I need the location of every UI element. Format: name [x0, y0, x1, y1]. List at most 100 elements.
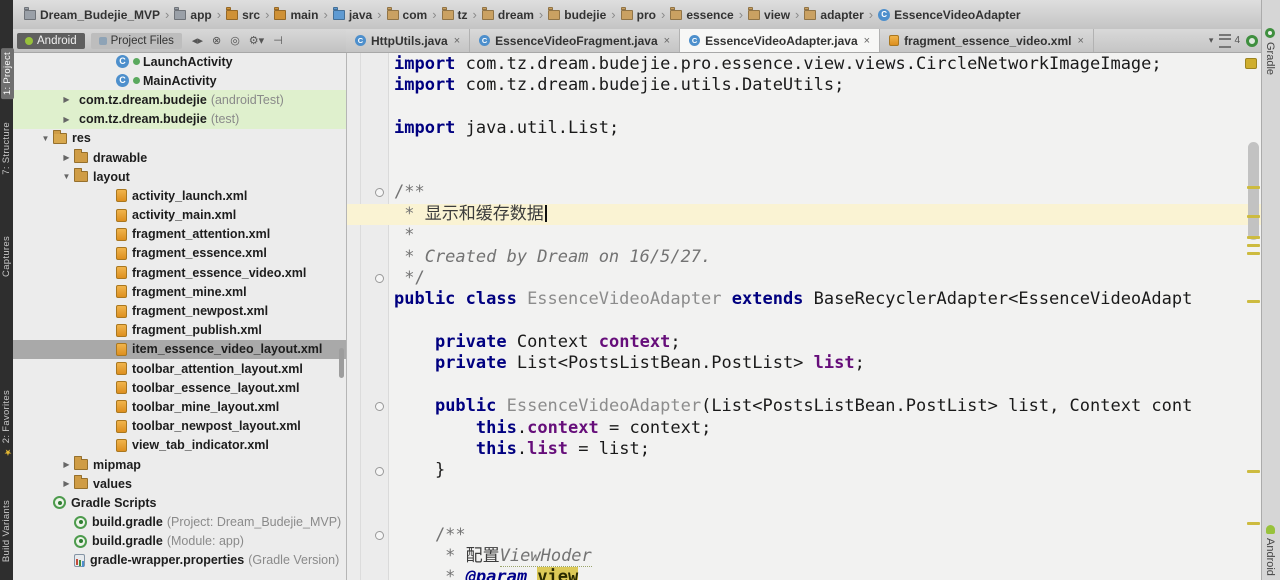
code-line[interactable]: public EssenceVideoAdapter(List<PostsLis…: [346, 396, 1262, 417]
editor-tab[interactable]: EssenceVideoFragment.java ×: [470, 29, 681, 52]
warning-stripe-mark[interactable]: [1247, 300, 1260, 303]
tool-rail-tab[interactable]: 1: Project: [1, 48, 14, 100]
view-tab-android[interactable]: Android: [17, 32, 85, 49]
code-line[interactable]: * Created by Dream on 16/5/27.: [346, 247, 1262, 268]
tab-close-icon[interactable]: ×: [864, 35, 870, 47]
settings-icon[interactable]: ⚙▾: [249, 34, 264, 47]
tree-row[interactable]: gradle-wrapper.properties (Gradle Version…: [13, 551, 346, 570]
code-line[interactable]: this.list = list;: [346, 439, 1262, 460]
code-line[interactable]: private Context context;: [346, 332, 1262, 353]
tree-row[interactable]: view_tab_indicator.xml: [13, 436, 346, 455]
tree-row[interactable]: ▶ mipmap: [13, 455, 346, 474]
sync-status-icon[interactable]: [1246, 34, 1258, 47]
tree-row[interactable]: fragment_mine.xml: [13, 282, 346, 301]
warning-stripe-mark[interactable]: [1247, 244, 1260, 247]
tool-rail-tab[interactable]: Build Variants: [1, 500, 12, 562]
hide-panel-icon[interactable]: ⊣: [273, 34, 283, 47]
tree-row[interactable]: build.gradle (Project: Dream_Budejie_MVP): [13, 513, 346, 532]
editor-tab[interactable]: EssenceVideoAdapter.java ×: [680, 29, 881, 52]
code-line[interactable]: * 配置ViewHoder: [346, 545, 1262, 567]
breadcrumb-item[interactable]: Dream_Budejie_MVP: [21, 6, 163, 24]
fold-marker[interactable]: [375, 466, 384, 476]
tool-rail-tab[interactable]: Captures: [1, 236, 12, 277]
tree-row[interactable]: fragment_newpost.xml: [13, 301, 346, 320]
tab-close-icon[interactable]: ×: [1077, 35, 1083, 47]
tool-rail-tab[interactable]: ★ 2: Favorites: [1, 390, 12, 456]
tree-collapsed-arrow[interactable]: ▶: [59, 95, 74, 104]
code-line[interactable]: public class EssenceVideoAdapter extends…: [346, 289, 1262, 310]
tree-row[interactable]: fragment_essence.xml: [13, 244, 346, 263]
breadcrumb-item[interactable]: tz: [439, 6, 471, 24]
code-editor[interactable]: import com.tz.dream.budejie.pro.essence.…: [346, 52, 1262, 580]
breadcrumb-item[interactable]: src: [223, 6, 263, 24]
tree-row[interactable]: ▶ com.tz.dream.budejie (test): [13, 109, 346, 129]
code-line[interactable]: [346, 97, 1262, 118]
code-line[interactable]: import java.util.List;: [346, 118, 1262, 139]
breadcrumb-item[interactable]: com: [384, 6, 431, 24]
code-line[interactable]: * 显示和缓存数据: [346, 203, 1262, 226]
tab-dropdown-icon[interactable]: ▾: [1209, 35, 1214, 46]
tree-row[interactable]: activity_launch.xml: [13, 186, 346, 205]
tree-row[interactable]: ▶ drawable: [13, 148, 346, 167]
tree-expanded-arrow[interactable]: ▼: [59, 172, 74, 181]
tree-row[interactable]: fragment_publish.xml: [13, 321, 346, 340]
breadcrumb-item[interactable]: EssenceVideoAdapter: [875, 6, 1024, 24]
tree-row[interactable]: Gradle Scripts: [13, 493, 346, 512]
locate-icon[interactable]: ◎: [230, 34, 240, 47]
code-line[interactable]: import com.tz.dream.budejie.pro.essence.…: [346, 54, 1262, 75]
inspection-status-icon[interactable]: [1245, 58, 1257, 69]
close-icon[interactable]: ⊗: [212, 34, 221, 47]
code-line[interactable]: [346, 375, 1262, 396]
tree-collapsed-arrow[interactable]: ▶: [59, 460, 74, 469]
warning-stripe-mark[interactable]: [1247, 252, 1260, 255]
code-line[interactable]: [346, 503, 1262, 524]
warning-stripe-mark[interactable]: [1247, 522, 1260, 525]
tree-collapsed-arrow[interactable]: ▶: [59, 153, 74, 162]
fold-marker[interactable]: [375, 530, 384, 540]
tree-collapsed-arrow[interactable]: ▶: [59, 115, 74, 124]
breadcrumb-item[interactable]: dream: [479, 6, 537, 24]
breadcrumb-item[interactable]: java: [330, 6, 375, 24]
tool-rail-tab[interactable]: 7: Structure: [1, 122, 12, 175]
code-line[interactable]: /**: [346, 525, 1262, 546]
code-line[interactable]: private List<PostsListBean.PostList> lis…: [346, 353, 1262, 374]
breadcrumb-item[interactable]: pro: [618, 6, 659, 24]
code-area[interactable]: import com.tz.dream.budejie.pro.essence.…: [346, 54, 1262, 580]
code-line[interactable]: import com.tz.dream.budejie.utils.DateUt…: [346, 75, 1262, 96]
code-line[interactable]: [346, 311, 1262, 332]
code-line[interactable]: this.context = context;: [346, 418, 1262, 439]
breadcrumb-item[interactable]: app: [171, 6, 214, 24]
fold-marker[interactable]: [375, 274, 384, 283]
tab-close-icon[interactable]: ×: [664, 35, 670, 47]
breadcrumb-item[interactable]: essence: [667, 6, 736, 24]
tree-row[interactable]: ▼ res: [13, 129, 346, 148]
code-line[interactable]: [346, 482, 1262, 503]
tree-row[interactable]: toolbar_attention_layout.xml: [13, 359, 346, 378]
gradle-panel-tab[interactable]: Gradle: [1264, 28, 1276, 75]
tree-row[interactable]: LaunchActivity: [13, 52, 346, 71]
tree-row[interactable]: MainActivity: [13, 71, 346, 90]
warning-stripe-mark[interactable]: [1247, 215, 1260, 218]
tree-row[interactable]: fragment_attention.xml: [13, 225, 346, 244]
editor-scrollbar[interactable]: [1248, 142, 1259, 240]
code-line[interactable]: */: [346, 268, 1262, 289]
collapse-expand-icon[interactable]: ◂▸: [192, 34, 203, 47]
code-line[interactable]: * @param view: [346, 567, 1262, 580]
tree-expanded-arrow[interactable]: ▼: [38, 134, 53, 143]
breadcrumb-item[interactable]: main: [271, 6, 321, 24]
warning-stripe-mark[interactable]: [1247, 236, 1260, 239]
breadcrumb-item[interactable]: adapter: [801, 6, 866, 24]
view-tab-project-files[interactable]: Project Files: [90, 32, 182, 49]
tree-row[interactable]: ▶ com.tz.dream.budejie (androidTest): [13, 90, 346, 110]
code-line[interactable]: }: [346, 460, 1262, 481]
tree-row[interactable]: ▼ layout: [13, 167, 346, 186]
android-panel-tab[interactable]: Android: [1264, 525, 1276, 576]
warning-stripe-mark[interactable]: [1247, 186, 1260, 189]
tree-row[interactable]: toolbar_mine_layout.xml: [13, 397, 346, 416]
code-line[interactable]: [346, 161, 1262, 182]
breadcrumb-item[interactable]: view: [745, 6, 793, 24]
tab-list-icon[interactable]: [1219, 33, 1232, 48]
tree-row[interactable]: activity_main.xml: [13, 206, 346, 225]
tree-row[interactable]: item_essence_video_layout.xml: [13, 339, 346, 359]
code-line[interactable]: /**: [346, 182, 1262, 203]
